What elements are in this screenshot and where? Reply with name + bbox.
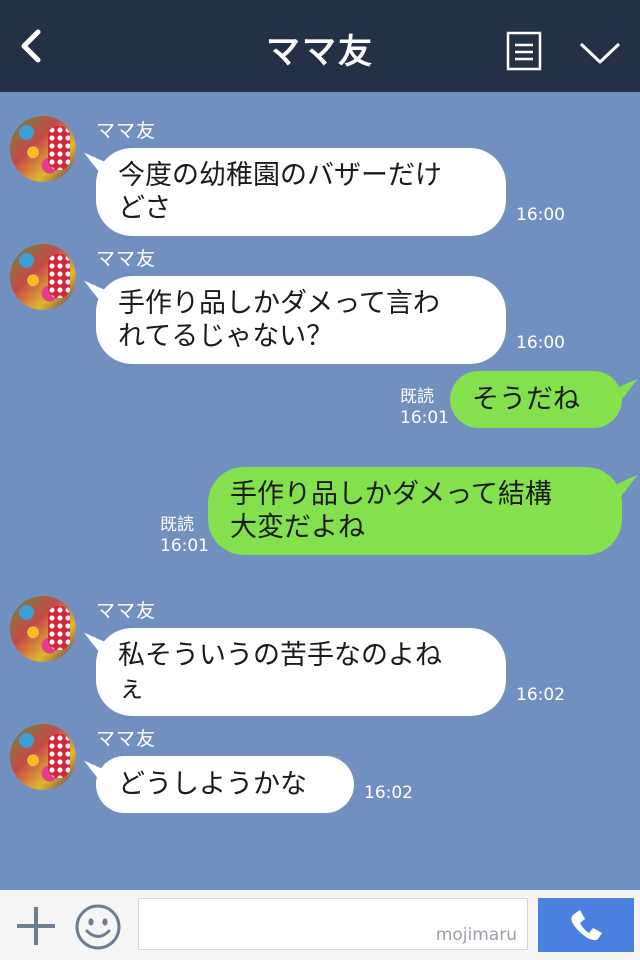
chat-header: ママ友 <box>0 0 640 92</box>
message-time: 16:01 <box>400 408 449 428</box>
phone-icon <box>571 910 602 941</box>
read-receipt: 既読 16:01 <box>160 515 209 557</box>
sender-name: ママ友 <box>96 600 157 622</box>
message-time: 16:00 <box>516 205 565 225</box>
sender-name: ママ友 <box>96 728 157 750</box>
avatar[interactable] <box>10 244 76 310</box>
smiley-icon[interactable] <box>74 903 122 951</box>
plus-icon[interactable] <box>14 904 58 948</box>
message-bubble-incoming[interactable]: 私そういうの苦手なのよね ぇ <box>96 628 506 716</box>
chevron-down-icon[interactable] <box>578 38 622 68</box>
chat-title: ママ友 <box>266 32 374 72</box>
avatar[interactable] <box>10 116 76 182</box>
message-time: 16:00 <box>516 333 565 353</box>
message-bubble-outgoing[interactable]: 手作り品しかダメって結構 大変だよね <box>208 467 622 555</box>
message-text-line: どうしようかな <box>118 769 307 800</box>
message-text-line: 大変だよね <box>230 512 365 543</box>
message-text-line: 今度の幼稚園のバザーだけ <box>118 160 442 191</box>
avatar[interactable] <box>10 724 76 790</box>
message-text-line: そうだね <box>472 384 580 415</box>
message-time: 16:02 <box>364 783 413 803</box>
watermark-text: mojimaru <box>435 925 517 945</box>
message-text-line: ぇ <box>118 673 145 704</box>
message-bubble-incoming[interactable]: どうしようかな <box>96 756 354 813</box>
chat-area[interactable]: ママ友 今度の幼稚園のバザーだけ どさ 16:00 ママ友 手作り品しかダメって… <box>0 92 640 890</box>
sender-name: ママ友 <box>96 120 157 142</box>
message-bubble-incoming[interactable]: 手作り品しかダメって言わ れてるじゃない？ <box>96 276 506 364</box>
sender-name: ママ友 <box>96 248 157 270</box>
message-time: 16:02 <box>516 685 565 705</box>
read-label: 既読 <box>160 515 194 535</box>
message-bubble-incoming[interactable]: 今度の幼稚園のバザーだけ どさ <box>96 148 506 236</box>
message-text-line: 手作り品しかダメって言わ <box>118 288 440 319</box>
avatar[interactable] <box>10 596 76 662</box>
message-text-line: どさ <box>118 193 172 224</box>
list-icon[interactable] <box>506 31 542 71</box>
message-text-line: 手作り品しかダメって結構 <box>230 479 552 510</box>
message-time: 16:01 <box>160 536 209 556</box>
message-text-line: れてるじゃない？ <box>118 321 334 352</box>
read-label: 既読 <box>400 387 434 407</box>
message-input[interactable]: mojimaru <box>138 898 528 950</box>
call-button[interactable] <box>538 898 634 952</box>
message-bubble-outgoing[interactable]: そうだね <box>450 371 622 428</box>
read-receipt: 既読 16:01 <box>400 387 449 429</box>
input-bar: mojimaru <box>0 890 640 960</box>
message-text-line: 私そういうの苦手なのよね <box>118 640 442 671</box>
